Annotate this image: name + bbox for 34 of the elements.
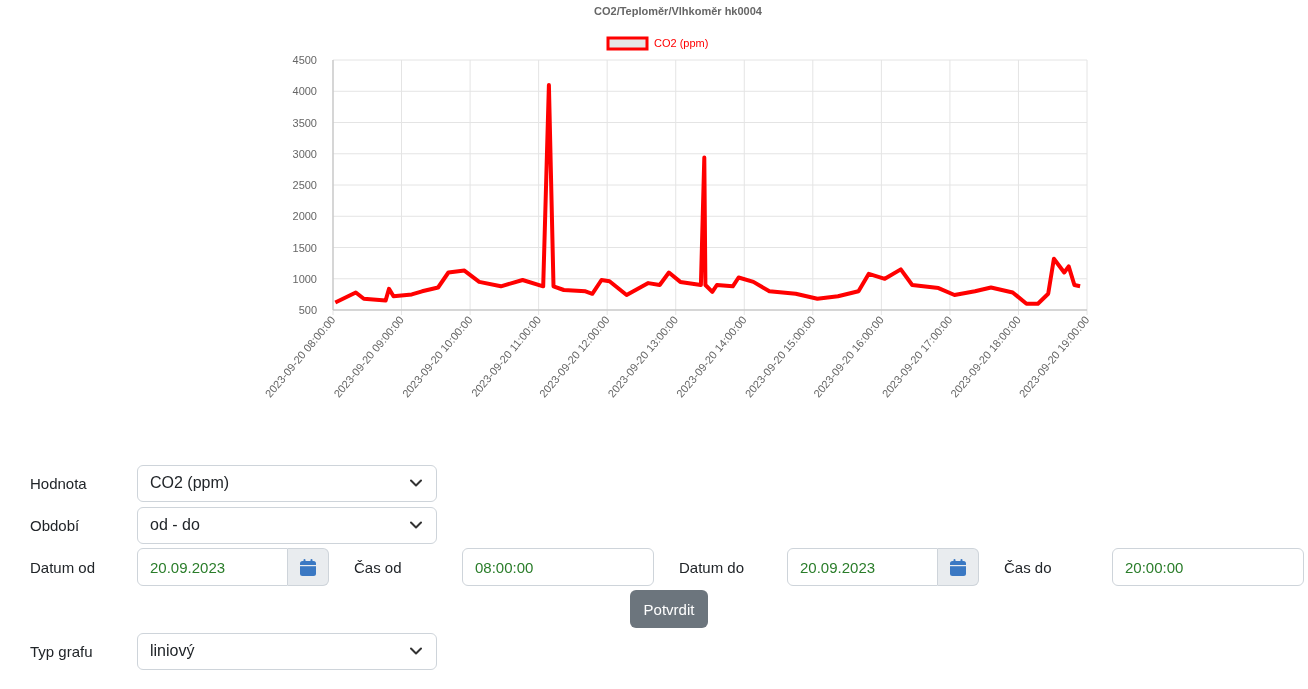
calendar-button[interactable] [288, 548, 329, 586]
time-field[interactable]: 08:00:00 [462, 548, 654, 586]
field-label: Čas od [354, 558, 403, 576]
chevron-down-icon [410, 521, 422, 529]
time-field[interactable]: 20:00:00 [1112, 548, 1304, 586]
chevron-down-icon [410, 479, 422, 487]
chevron-down-icon [410, 647, 422, 655]
y-tick-label: 500 [298, 304, 317, 316]
chart-title: CO2/Teploměr/Vlhkoměr hk0004 [594, 5, 762, 17]
y-tick-label: 4000 [292, 85, 317, 98]
y-tick-label: 3000 [292, 147, 317, 160]
dropdown[interactable]: CO2 (ppm) [137, 464, 437, 502]
y-tick-label: 2500 [292, 179, 317, 191]
date-field[interactable]: 20.09.2023 [787, 548, 938, 586]
field-label: Datum do [679, 558, 746, 576]
y-tick-label: 4500 [292, 54, 317, 66]
dropdown[interactable]: liniový [137, 632, 437, 670]
calendar-icon [300, 558, 316, 576]
dropdown[interactable]: od - do [137, 506, 437, 544]
field-label: Typ grafu [30, 642, 94, 660]
field-label: Hodnota [30, 474, 88, 492]
y-tick-label: 1000 [292, 272, 317, 285]
legend-label: CO2 (ppm) [654, 37, 709, 49]
calendar-icon [950, 558, 966, 576]
field-label: Datum od [30, 558, 97, 576]
date-field[interactable]: 20.09.2023 [137, 548, 288, 586]
confirm-button[interactable]: Potvrdit [629, 590, 709, 628]
y-tick-label: 1500 [292, 241, 317, 254]
calendar-button[interactable] [938, 548, 979, 586]
field-label: Období [30, 516, 81, 534]
y-tick-label: 3500 [292, 116, 317, 129]
field-label: Čas do [1004, 558, 1053, 576]
y-tick-label: 2000 [292, 210, 317, 223]
legend-swatch [606, 36, 649, 51]
